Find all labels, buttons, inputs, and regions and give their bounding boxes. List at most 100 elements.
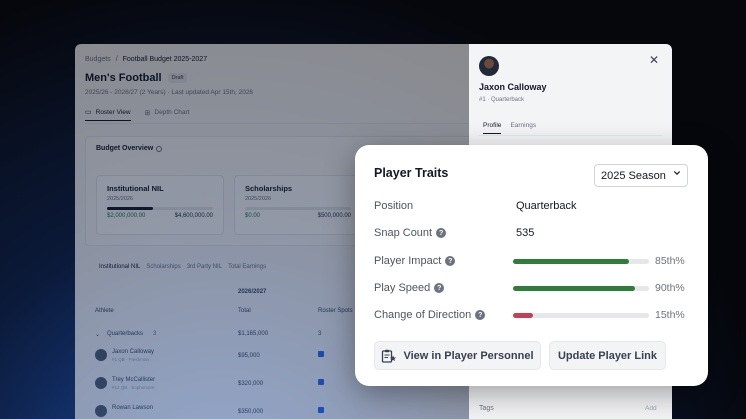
- avatar: [95, 377, 107, 389]
- metric-progress-fill: [107, 207, 153, 210]
- breadcrumb-separator: /: [115, 56, 118, 63]
- help-icon[interactable]: ?: [436, 228, 447, 238]
- page-title: Men's Football: [85, 72, 162, 84]
- breadcrumb-current: Football Budget 2025-2027: [122, 56, 208, 63]
- position-label: Position: [374, 200, 413, 212]
- athlete-total: $95,000: [238, 353, 260, 359]
- avatar: [95, 405, 107, 417]
- roster-checkbox[interactable]: [318, 379, 324, 385]
- metric-total: $4,600,000.00: [174, 213, 213, 219]
- tab-institutional-nil[interactable]: Institutional NIL: [99, 264, 140, 270]
- tab-total-earnings[interactable]: Total Earnings: [228, 264, 266, 270]
- clipboard-star-icon: [382, 349, 397, 363]
- view-tabs: ▭ Roster View ⊞ Depth Chart: [85, 108, 189, 121]
- snap-count-label: Snap Count ?: [374, 227, 447, 239]
- metric-card-scholarships[interactable]: Scholarships 2025/2026 $0.00 $500,000.00: [234, 175, 362, 235]
- trait-label-text: Change of Direction: [374, 309, 472, 321]
- tab-earnings[interactable]: Earnings: [510, 122, 536, 134]
- column-athlete: Athlete: [95, 308, 114, 314]
- avatar: [95, 349, 107, 361]
- player-impact-bar: [513, 259, 649, 264]
- player-traits-card: Player Traits 2025 Season Position Quart…: [355, 145, 708, 386]
- trait-label-text: Play Speed: [374, 282, 431, 294]
- tab-3rd-party-nil[interactable]: 3rd Party NIL: [187, 264, 222, 270]
- drawer-tabs: Profile Earnings: [483, 122, 536, 134]
- athlete-name: Rowan Lawson: [112, 405, 154, 411]
- help-icon[interactable]: ?: [434, 283, 445, 293]
- chevron-down-icon: ⌄: [95, 332, 101, 338]
- athlete-position: #1 QB · Freshman: [112, 357, 150, 362]
- page-subtitle: 2025/26 - 2026/27 (2 Years) · Last updat…: [85, 89, 254, 96]
- table-year-header: 2026/2027: [238, 289, 267, 295]
- metric-name: Scholarships: [245, 184, 293, 193]
- metric-total: $500,000.00: [317, 213, 351, 219]
- column-roster-spots: Roster Spots: [318, 308, 353, 314]
- snap-count-value: 535: [516, 227, 535, 239]
- divider: [85, 123, 495, 124]
- play-speed-bar: [513, 286, 649, 291]
- roster-icon: ▭: [85, 109, 92, 116]
- athlete-name: Jaxon Calloway: [112, 349, 155, 355]
- table-row[interactable]: Rowan Lawson $350,000: [85, 405, 485, 419]
- app-stage: Budgets / Football Budget 2025-2027 Men'…: [0, 0, 746, 419]
- tab-label: Depth Chart: [154, 109, 190, 116]
- metric-used: $0.00: [245, 213, 261, 219]
- metric-card-institutional-nil[interactable]: Institutional NIL 2025/2026 $2,000,000.0…: [96, 175, 224, 235]
- metric-progress-bar: [107, 207, 213, 210]
- add-tag-button[interactable]: Add: [645, 405, 657, 412]
- roster-checkbox[interactable]: [318, 351, 324, 357]
- tab-depth-chart[interactable]: ⊞ Depth Chart: [145, 108, 190, 121]
- metric-values: $2,000,000.00 $4,600,000.00: [107, 213, 213, 219]
- play-speed-label: Play Speed ?: [374, 282, 445, 294]
- column-total: Total: [238, 308, 251, 314]
- player-name: Jaxon Calloway: [479, 82, 547, 92]
- group-count: 3: [153, 331, 157, 337]
- trait-label-text: Player Impact: [374, 255, 442, 267]
- metric-name: Institutional NIL: [107, 184, 164, 193]
- help-icon[interactable]: ?: [445, 256, 456, 266]
- change-of-direction-percentile: 15th%: [655, 309, 685, 321]
- view-in-player-personnel-button[interactable]: View in Player Personnel: [374, 341, 541, 370]
- player-impact-label: Player Impact ?: [374, 255, 456, 267]
- roster-checkbox[interactable]: [318, 407, 324, 413]
- tab-roster-view[interactable]: ▭ Roster View: [85, 108, 131, 121]
- change-of-direction-label: Change of Direction ?: [374, 309, 486, 321]
- play-speed-bar-fill: [513, 286, 636, 291]
- info-icon[interactable]: [156, 145, 163, 152]
- metric-progress-bar: [245, 207, 351, 210]
- help-icon[interactable]: ?: [475, 310, 486, 320]
- change-of-direction-bar-fill: [513, 313, 534, 318]
- divider: [479, 135, 662, 136]
- athlete-position: #12 QB · Sophomore: [112, 385, 155, 390]
- player-impact-bar-fill: [513, 259, 629, 264]
- metric-values: $0.00 $500,000.00: [245, 213, 351, 219]
- group-label: Quarterbacks: [107, 331, 144, 337]
- breadcrumb-root[interactable]: Budgets: [85, 56, 111, 63]
- breadcrumb: Budgets / Football Budget 2025-2027: [85, 56, 207, 63]
- position-label-text: Position: [374, 200, 414, 212]
- athlete-name: Trey McCallister: [112, 377, 156, 383]
- play-speed-percentile: 90th%: [655, 282, 685, 294]
- tab-label: Roster View: [95, 108, 131, 116]
- button-label: View in Player Personnel: [403, 349, 534, 362]
- budget-overview-title: Budget Overview: [96, 145, 163, 152]
- close-icon[interactable]: ✕: [649, 53, 659, 67]
- change-of-direction-bar: [513, 313, 649, 318]
- status-badge: Draft: [167, 73, 188, 83]
- button-label: Update Player Link: [557, 349, 658, 362]
- update-player-link-button[interactable]: Update Player Link: [549, 341, 666, 370]
- title-row: Men's Football Draft: [85, 72, 188, 84]
- position-value: Quarterback: [516, 200, 577, 212]
- athlete-total: $350,000: [238, 409, 264, 415]
- metric-year: 2025/2026: [245, 196, 271, 202]
- tab-profile[interactable]: Profile: [483, 122, 502, 134]
- player-impact-percentile: 85th%: [655, 255, 685, 267]
- budget-sub-tabs: Institutional NIL Scholarships 3rd Party…: [99, 264, 266, 270]
- metric-year: 2025/2026: [107, 196, 133, 202]
- avatar: [479, 56, 499, 76]
- tab-scholarships[interactable]: Scholarships: [146, 264, 180, 270]
- chevron-down-icon: [674, 171, 680, 175]
- grid-icon: ⊞: [144, 109, 151, 117]
- season-select[interactable]: 2025 Season: [594, 164, 688, 187]
- budget-overview-label: Budget Overview: [96, 145, 154, 152]
